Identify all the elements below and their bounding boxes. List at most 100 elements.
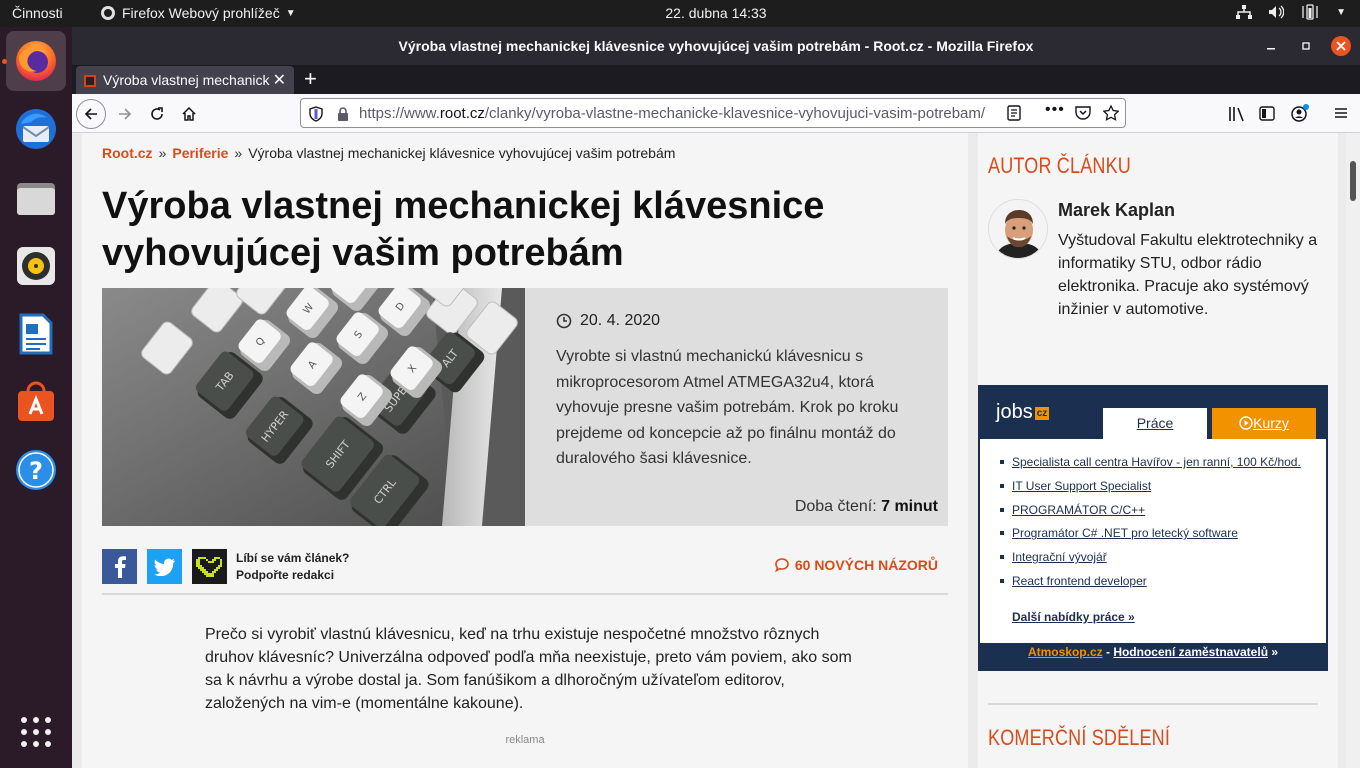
home-button[interactable] — [174, 99, 204, 129]
page-scrollbar[interactable] — [1346, 133, 1360, 768]
breadcrumb-separator: » — [234, 145, 243, 161]
support-text[interactable]: Líbí se vám článek? Podpořte redakci — [236, 550, 349, 584]
maximize-icon — [1302, 42, 1310, 50]
url-text[interactable]: https://www.root.cz/clanky/vyroba-vlastn… — [359, 105, 985, 122]
facebook-share-button[interactable] — [102, 549, 137, 584]
author-name[interactable]: Marek Kaplan — [1058, 200, 1175, 221]
tab-active[interactable]: Výroba vlastnej mechanick ✕ — [76, 66, 294, 94]
play-circle-icon — [1239, 416, 1253, 430]
dock-files[interactable] — [6, 168, 66, 228]
support-heart-button[interactable] — [192, 549, 227, 584]
firefox-window: Výroba vlastnej mechanickej klávesnice v… — [72, 27, 1360, 768]
author-avatar[interactable] — [988, 199, 1048, 259]
read-time: Doba čtení: 7 minut — [794, 498, 938, 515]
minimize-icon — [1267, 48, 1275, 50]
article-column: Root.cz » Periferie » Výroba vlastnej mechan… — [82, 133, 968, 768]
system-tray[interactable]: ▼ — [1236, 4, 1346, 20]
atmoskop-link[interactable]: Atmoskop.cz — [1028, 645, 1103, 659]
scrollbar-thumb[interactable] — [1350, 161, 1356, 201]
job-link[interactable]: PROGRAMÁTOR C/C++ — [1000, 503, 1301, 527]
sidebar-toggle-icon[interactable] — [1259, 106, 1275, 121]
minimize-button[interactable] — [1266, 27, 1276, 65]
twitter-share-button[interactable] — [147, 549, 182, 584]
date-text: 20. 4. 2020 — [580, 312, 661, 329]
thunderbird-icon — [16, 109, 56, 149]
pixel-heart-icon — [195, 556, 222, 577]
dock-firefox[interactable] — [6, 31, 66, 91]
breadcrumb-link-periferie[interactable]: Periferie — [172, 145, 228, 161]
job-link[interactable]: IT User Support Specialist — [1000, 479, 1301, 503]
job-link[interactable]: Integrační vývojář — [1000, 550, 1301, 574]
dock-libreoffice-writer[interactable] — [6, 304, 66, 364]
dock-rhythmbox[interactable] — [6, 236, 66, 296]
rhythmbox-icon — [17, 247, 55, 285]
dock-help[interactable]: ? — [6, 440, 66, 500]
clock-icon — [556, 313, 572, 329]
tab-strip: Výroba vlastnej mechanick ✕ + — [72, 65, 1360, 94]
close-window-button[interactable] — [1330, 27, 1352, 65]
network-icon — [1236, 5, 1253, 19]
comment-bubble-icon — [774, 558, 789, 572]
writer-icon — [19, 313, 53, 355]
account-icon[interactable] — [1290, 104, 1310, 122]
reload-button[interactable] — [142, 99, 172, 129]
share-bar: Líbí se vám článek? Podpořte redakci 60 … — [102, 549, 948, 595]
url-bar[interactable]: https://www.root.cz/clanky/vyroba-vlastn… — [300, 98, 1126, 128]
facebook-icon — [114, 555, 126, 578]
dock-thunderbird[interactable] — [6, 99, 66, 159]
tab-close-button[interactable]: ✕ — [273, 70, 286, 90]
tab-prace[interactable]: Práce — [1103, 408, 1207, 439]
job-link[interactable]: React frontend developer — [1000, 574, 1301, 598]
keyboard-photo: TABHYPERSHIFTSUPERALTCTRLQWEASDZX — [102, 288, 525, 526]
jobs-list-panel: Specialista call centra Havířov - jen ra… — [980, 439, 1326, 643]
article-title: Výroba vlastnej mechanickej klávesnice v… — [102, 185, 825, 274]
reader-view-icon[interactable] — [1007, 105, 1021, 121]
sidebar-divider — [988, 703, 1318, 705]
ubuntu-dock: ? — [0, 27, 72, 768]
forward-button[interactable] — [110, 99, 140, 129]
article-hero: TABHYPERSHIFTSUPERALTCTRLQWEASDZX 20. 4.… — [102, 288, 948, 526]
window-title: Výroba vlastnej mechanickej klávesnice v… — [398, 38, 1034, 54]
tab-kurzy[interactable]: Kurzy — [1212, 408, 1316, 439]
dock-software-center[interactable] — [6, 372, 66, 432]
ad-label: reklama — [505, 734, 545, 746]
new-tab-button[interactable]: + — [304, 65, 317, 93]
close-icon — [1331, 36, 1351, 56]
reload-icon — [151, 107, 163, 120]
clock[interactable]: 22. dubna 14:33 — [0, 5, 1360, 21]
back-button[interactable] — [76, 99, 106, 129]
chevron-down-icon: ▼ — [1336, 6, 1346, 18]
running-indicator — [2, 59, 7, 64]
breadcrumb-link-root[interactable]: Root.cz — [102, 145, 153, 161]
shield-icon[interactable] — [309, 106, 323, 122]
ubuntu-top-bar: Činnosti Firefox Webový prohlížeč ▼ 22. … — [0, 0, 1360, 27]
battery-icon — [1302, 4, 1318, 20]
volume-icon — [1269, 5, 1285, 19]
author-heading: AUTOR ČLÁNKU — [988, 153, 1131, 178]
jobs-logo[interactable]: jobs cz — [996, 401, 1050, 424]
job-link[interactable]: Programátor C# .NET pro letecký software — [1000, 526, 1301, 550]
show-applications-button[interactable] — [6, 702, 66, 762]
job-link[interactable]: Specialista call centra Havířov - jen ra… — [1000, 455, 1301, 479]
jobs-footer: Atmoskop.cz - Hodnocení zaměstnavatelů » — [1027, 645, 1279, 659]
bookmark-star-icon[interactable] — [1103, 105, 1119, 121]
lock-icon[interactable] — [337, 107, 349, 121]
comments-link[interactable]: 60 NOVÝCH NÁZORŮ — [774, 557, 938, 573]
software-store-icon — [18, 381, 54, 421]
breadcrumb-current: Výroba vlastnej mechanickej klávesnice v… — [248, 145, 676, 161]
employer-reviews-link[interactable]: Hodnocení zaměstnavatelů — [1113, 645, 1268, 659]
author-bio: Vyštudoval Fakultu elektrotechniky a inf… — [1058, 232, 1318, 318]
article-image[interactable]: TABHYPERSHIFTSUPERALTCTRLQWEASDZX — [102, 288, 525, 526]
more-jobs-link[interactable]: Další nabídky práce » — [1012, 610, 1135, 624]
window-titlebar[interactable]: Výroba vlastnej mechanickej klávesnice v… — [72, 27, 1360, 65]
library-icon[interactable] — [1228, 106, 1246, 122]
arrow-left-icon — [84, 108, 97, 120]
twitter-icon — [153, 558, 175, 576]
maximize-button[interactable] — [1301, 27, 1311, 65]
page-actions-icon[interactable]: ••• — [1045, 101, 1065, 119]
home-icon — [182, 106, 196, 121]
hamburger-menu-icon[interactable] — [1334, 106, 1348, 120]
article-body: Prečo si vyrobiť vlastnú klávesnicu, keď… — [205, 626, 852, 712]
firefox-icon — [16, 41, 56, 81]
pocket-icon[interactable] — [1075, 106, 1091, 120]
